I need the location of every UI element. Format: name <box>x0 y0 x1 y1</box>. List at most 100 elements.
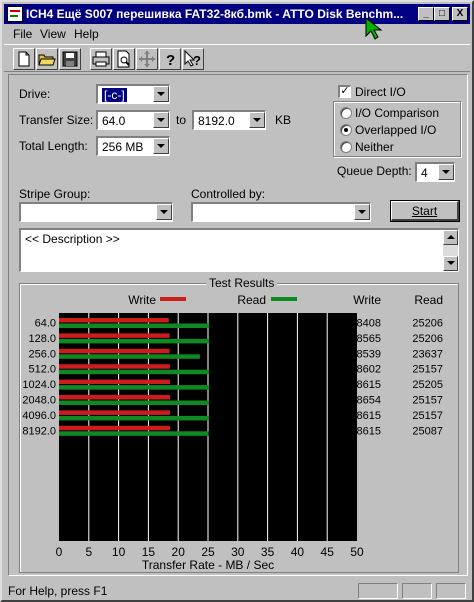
x-tick-label: 0 <box>56 545 63 559</box>
category-label: 128.0 <box>28 333 56 345</box>
read-bar <box>59 431 209 436</box>
x-tick-label: 15 <box>142 545 156 559</box>
description-field[interactable]: << Description >> <box>19 228 459 272</box>
drive-label: Drive: <box>19 87 51 101</box>
about-icon[interactable]: ? <box>159 48 181 70</box>
category-label: 256.0 <box>28 348 56 360</box>
read-value: 23637 <box>412 348 443 360</box>
menu-help[interactable]: Help <box>74 27 99 41</box>
description-scrollbar[interactable] <box>443 230 458 271</box>
queue-depth-select[interactable]: 4 <box>415 162 455 182</box>
menu-file[interactable]: File <box>13 27 32 41</box>
queue-depth-label: Queue Depth: <box>337 164 412 178</box>
chevron-down-icon[interactable] <box>153 86 169 102</box>
x-tick-label: 20 <box>172 545 186 559</box>
x-tick-label: 45 <box>321 545 335 559</box>
transfer-size-label: Transfer Size: <box>19 113 94 127</box>
description-text: << Description >> <box>25 232 120 246</box>
legend-read-label: Read <box>237 293 266 307</box>
print-preview-icon[interactable] <box>113 48 135 70</box>
x-tick-label: 5 <box>85 545 92 559</box>
x-tick-label: 30 <box>231 545 245 559</box>
category-label: 4096.0 <box>22 410 56 422</box>
write-bar <box>59 395 171 400</box>
scroll-down-icon[interactable] <box>443 256 458 271</box>
toolbar: ? ? <box>4 44 470 72</box>
total-length-label: Total Length: <box>19 139 88 153</box>
chevron-down-icon[interactable] <box>249 112 265 128</box>
menu-bar: File View Help <box>4 24 470 44</box>
print-icon[interactable] <box>90 48 112 70</box>
read-bar <box>59 369 209 375</box>
transfer-size-to-value: 8192.0 <box>198 114 235 128</box>
title-bar[interactable]: ICH4 Ещё S007 перешивка FAT32-8кб.bmk - … <box>4 4 470 24</box>
read-value: 25157 <box>412 410 443 422</box>
read-bar <box>59 415 209 421</box>
read-column-header: Read <box>414 293 443 307</box>
category-label: 8192.0 <box>22 425 56 437</box>
total-length-select[interactable]: 256 MB <box>96 136 170 156</box>
maximize-button[interactable]: □ <box>434 7 450 21</box>
write-bar <box>59 318 169 323</box>
total-length-value: 256 MB <box>102 140 144 154</box>
overlapped-io-radio[interactable] <box>340 124 352 136</box>
status-pane-3 <box>436 583 466 599</box>
drive-value: [-c-] <box>101 87 128 103</box>
minimize-button[interactable]: _ <box>418 7 434 21</box>
test-results-group: Test Results Write Read Write Read 0 5 10 1… <box>19 276 459 573</box>
transfer-size-from-value: 64.0 <box>102 114 126 128</box>
app-window: ICH4 Ещё S007 перешивка FAT32-8кб.bmk - … <box>0 0 474 602</box>
open-icon[interactable] <box>36 48 58 70</box>
window-title: ICH4 Ещё S007 перешивка FAT32-8кб.bmk - … <box>26 7 404 21</box>
close-button[interactable]: X <box>452 7 468 21</box>
move-icon[interactable] <box>136 48 158 70</box>
write-value: 18565 <box>350 333 381 345</box>
io-comparison-radio[interactable] <box>340 107 352 119</box>
write-bar <box>59 348 170 354</box>
read-bar <box>59 385 210 390</box>
read-value: 25157 <box>412 395 443 407</box>
neither-label: Neither <box>355 140 394 154</box>
read-bar <box>59 338 210 344</box>
direct-io-checkbox[interactable]: ✓ <box>338 85 351 98</box>
x-tick-label: 50 <box>350 545 364 559</box>
svg-text:?: ? <box>193 53 201 68</box>
to-label: to <box>176 113 187 127</box>
write-bar <box>59 410 170 415</box>
test-results-title: Test Results <box>206 276 278 290</box>
start-button[interactable]: Start <box>390 200 460 222</box>
chevron-down-icon[interactable] <box>354 204 370 220</box>
read-value: 25087 <box>412 425 443 437</box>
context-help-icon[interactable]: ? <box>182 48 204 70</box>
atto-app-icon[interactable] <box>7 6 23 22</box>
chevron-down-icon[interactable] <box>153 112 169 128</box>
write-value: 18615 <box>350 379 381 391</box>
legend-write-label: Write <box>128 293 156 307</box>
menu-view[interactable]: View <box>40 27 66 41</box>
stripe-group-label: Stripe Group: <box>19 187 91 201</box>
neither-radio[interactable] <box>340 141 352 153</box>
drive-select[interactable]: [-c-] <box>96 84 170 104</box>
transfer-size-from-select[interactable]: 64.0 <box>96 110 170 130</box>
start-button-label: Start <box>411 204 438 218</box>
controlled-by-label: Controlled by: <box>191 187 266 201</box>
overlapped-io-label: Overlapped I/O <box>355 123 437 137</box>
queue-depth-value: 4 <box>421 166 428 180</box>
x-tick-label: 35 <box>261 545 275 559</box>
write-value: 18602 <box>350 364 381 376</box>
chevron-down-icon[interactable] <box>153 138 169 154</box>
x-tick-label: 25 <box>201 545 215 559</box>
status-text: For Help, press F1 <box>8 584 108 598</box>
chevron-down-icon[interactable] <box>156 204 172 220</box>
controlled-by-select[interactable] <box>191 202 371 222</box>
scroll-up-icon[interactable] <box>443 230 458 245</box>
write-value: 18408 <box>350 318 381 330</box>
save-icon[interactable] <box>59 48 81 70</box>
write-bar <box>59 425 170 431</box>
status-pane-1 <box>358 583 398 599</box>
status-pane-2 <box>402 583 432 599</box>
chevron-down-icon[interactable] <box>438 164 454 180</box>
new-icon[interactable] <box>13 48 35 70</box>
stripe-group-select[interactable] <box>19 202 173 222</box>
transfer-size-to-select[interactable]: 8192.0 <box>192 110 266 130</box>
